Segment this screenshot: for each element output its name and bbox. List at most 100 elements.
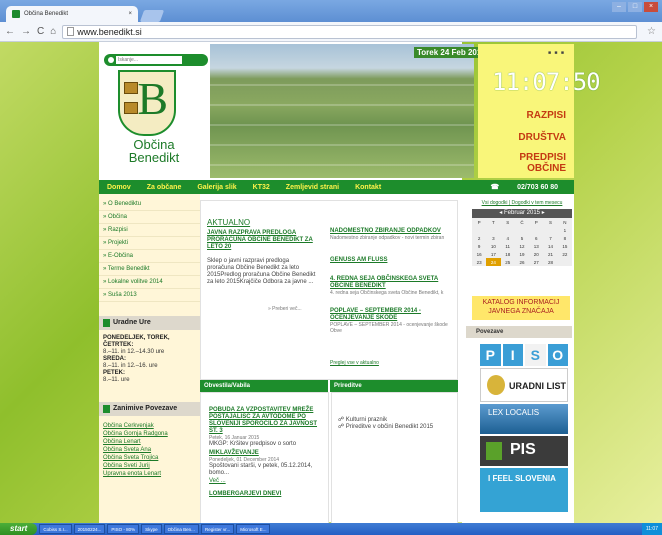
tab-bar: Občina Benedikt × – □ × (0, 0, 662, 22)
prireditve-header: Prireditve (330, 380, 458, 392)
bookmark-star-icon[interactable]: ☆ (647, 26, 656, 37)
menu-item-galerija[interactable]: Galerija slik (189, 184, 244, 191)
search-icon (108, 57, 114, 63)
hours-time: 8.–11. in 12.–14.30 ure (103, 349, 165, 355)
taskbar-item[interactable]: Register vr... (200, 524, 235, 534)
side-news-title[interactable]: 4. REDNA SEJA OBČINSKEGA SVETA OBČINE BE… (330, 276, 454, 290)
pis-banner[interactable]: PIS (480, 436, 568, 466)
sidebar-item-e-obcina[interactable]: » E-Občina (99, 250, 200, 263)
notice-title[interactable]: MIKLAVŽEVANJE (209, 450, 320, 457)
link-drustva[interactable]: DRUŠTVA (496, 132, 566, 143)
events-panel: ☍ Kulturni praznik ☍ Prireditve v občini… (331, 392, 458, 527)
taskbar: start Cobiss S.I... 20150224... PISO - 8… (0, 523, 662, 535)
back-button[interactable]: ← (5, 26, 15, 37)
menu-item-kt32[interactable]: KT32 (245, 184, 278, 191)
link-item[interactable]: Občina Sveta Trojica (99, 454, 200, 462)
address-bar[interactable]: www.benedikt.si (62, 24, 638, 39)
sidebar-item-obcina[interactable]: » Občina (99, 211, 200, 224)
notice-body: MKGP: Kršitev predpisov o sorto (209, 441, 297, 447)
notice-more-link[interactable]: Več ... (209, 477, 320, 485)
search-input[interactable] (116, 56, 182, 64)
calendar: Vsi dogodki | Dogodki v tem mesecu ◂ Feb… (472, 200, 572, 290)
uradni-list-banner[interactable]: URADNI LIST (480, 368, 568, 402)
section-bars: Obvestila/Vabila Prireditve (200, 380, 458, 392)
side-news-list: NADOMESTNO ZBIRANJE ODPADKOV Nadomestno … (330, 228, 454, 334)
home-button[interactable]: ⌂ (50, 26, 56, 37)
sidebar-item-terme[interactable]: » Terme Benedikt (99, 263, 200, 276)
system-tray[interactable]: 11:07 (641, 523, 662, 535)
taskbar-item[interactable]: Microsoft E... (236, 524, 271, 534)
aktualno-title[interactable]: AKTUALNO (207, 218, 250, 227)
new-tab-button[interactable] (139, 10, 165, 22)
event-icon: ☍ (338, 417, 345, 423)
left-sidebar: » O Benediktu » Občina » Razpisi » Proje… (99, 194, 200, 534)
tab-close-button[interactable]: × (128, 11, 132, 17)
start-button[interactable]: start (0, 523, 38, 535)
page-icon (67, 27, 75, 36)
event-item[interactable]: ☍ Prireditve v občini Benedikt 2015 (338, 424, 451, 431)
calendar-links[interactable]: Vsi dogodki | Dogodki v tem mesecu (472, 200, 572, 209)
browser-tab[interactable]: Občina Benedikt × (6, 6, 138, 22)
read-more-link[interactable]: » Preberi več... (268, 306, 302, 312)
notice-title[interactable]: POBUDA ZA VZPOSTAVITEV MREŽE POSTAJALIŠČ… (209, 407, 320, 435)
side-news-title[interactable]: POPLAVE – SEPTEMBER 2014 - OCENJEVANJE Š… (330, 308, 454, 322)
minimize-button[interactable]: – (612, 2, 626, 12)
side-news-body: 4. redna seja Občinskega sveta Občine Be… (330, 290, 444, 296)
taskbar-item[interactable]: 20150224... (73, 524, 106, 534)
taskbar-item[interactable]: Cobiss S.I... (39, 524, 72, 534)
header-photo (210, 44, 474, 178)
sidebar-item-projekti[interactable]: » Projekti (99, 237, 200, 250)
lex-localis-banner[interactable]: LEX LOCALIS (480, 404, 568, 434)
link-razpisi[interactable]: RAZPISI (496, 110, 566, 121)
piso-banner[interactable]: PISO (480, 344, 568, 366)
i-feel-slovenia-banner[interactable]: I FEEL SLOVENIA (480, 468, 568, 512)
reload-button[interactable]: C (37, 26, 44, 37)
link-item[interactable]: Občina Gornja Radgona (99, 430, 200, 438)
link-item[interactable]: Upravna enota Lenart (99, 470, 200, 478)
taskbar-item[interactable]: PISO - 80% (107, 524, 140, 534)
taskbar-item[interactable]: Skype (141, 524, 162, 534)
menu-item-domov[interactable]: Domov (99, 184, 139, 191)
tab-title: Občina Benedikt (24, 11, 69, 17)
maximize-button[interactable]: □ (628, 2, 642, 12)
lead-news-title[interactable]: JAVNA RAZPRAVA PREDLOGA PRORAČUNA OBČINE… (207, 230, 317, 251)
taskbar-item[interactable]: Občina Ben... (163, 524, 199, 534)
side-news-title[interactable]: NADOMESTNO ZBIRANJE ODPADKOV (330, 228, 454, 235)
next-month-button[interactable]: ▸ (542, 210, 545, 216)
links-header: Povezave (466, 326, 572, 338)
sidebar-item-razpisi[interactable]: » Razpisi (99, 224, 200, 237)
hours-day: PONEDELJEK, TOREK, ČETRTEK: (103, 335, 170, 348)
menu-item-kontakt[interactable]: Kontakt (347, 184, 389, 191)
coat-of-arms[interactable]: B (118, 70, 176, 136)
link-item[interactable]: Občina Sveta Ana (99, 446, 200, 454)
calendar-month: ◂ Februar 2015 ▸ (472, 209, 572, 218)
link-item[interactable]: Občina Lenart (99, 438, 200, 446)
all-news-link[interactable]: Preglej vse v aktualno (330, 360, 379, 366)
crest-letter: B (137, 73, 168, 124)
forward-button[interactable]: → (21, 26, 31, 37)
event-item[interactable]: ☍ Kulturni praznik (338, 417, 451, 424)
window-controls: – □ × (612, 2, 658, 12)
link-item[interactable]: Občina Cerkvenjak (99, 422, 200, 430)
notice-title[interactable]: LOMBERGARJEVI DNEVI (209, 491, 320, 498)
katalog-banner[interactable]: KATALOG INFORMACIJ JAVNEGA ZNAČAJA (472, 296, 570, 320)
phone-number: ☎ 02/703 60 80 (474, 183, 574, 191)
link-predpisi[interactable]: PREDPISI (496, 152, 566, 163)
prev-month-button[interactable]: ◂ (499, 210, 502, 216)
link-obcine[interactable]: OBČINE (496, 163, 566, 174)
sidebar-item-o-benediktu[interactable]: » O Benediktu (99, 198, 200, 211)
crest-house-icon (124, 102, 138, 114)
menu-item-za-obcane[interactable]: Za občane (139, 184, 190, 191)
print-icons[interactable]: ■ ■ ■ (548, 50, 565, 56)
link-item[interactable]: Občina Sveti Jurij (99, 462, 200, 470)
side-news-title[interactable]: GENUSS AM FLUSS (330, 257, 454, 264)
navigation-bar: ← → C ⌂ www.benedikt.si ☆ (0, 22, 662, 42)
interesting-links-header: Zanimive Povezave (99, 402, 200, 416)
hours-time: 8.–11. in 12.–16. ure (103, 363, 158, 369)
menu-item-zemljevid[interactable]: Zemljevid strani (278, 184, 347, 191)
close-window-button[interactable]: × (644, 2, 658, 12)
sidebar-item-volitve[interactable]: » Lokalne volitve 2014 (99, 276, 200, 289)
sidebar-item-susa[interactable]: » Suša 2013 (99, 289, 200, 302)
hours-day: SREDA: (103, 356, 127, 362)
favicon-icon (12, 10, 20, 18)
